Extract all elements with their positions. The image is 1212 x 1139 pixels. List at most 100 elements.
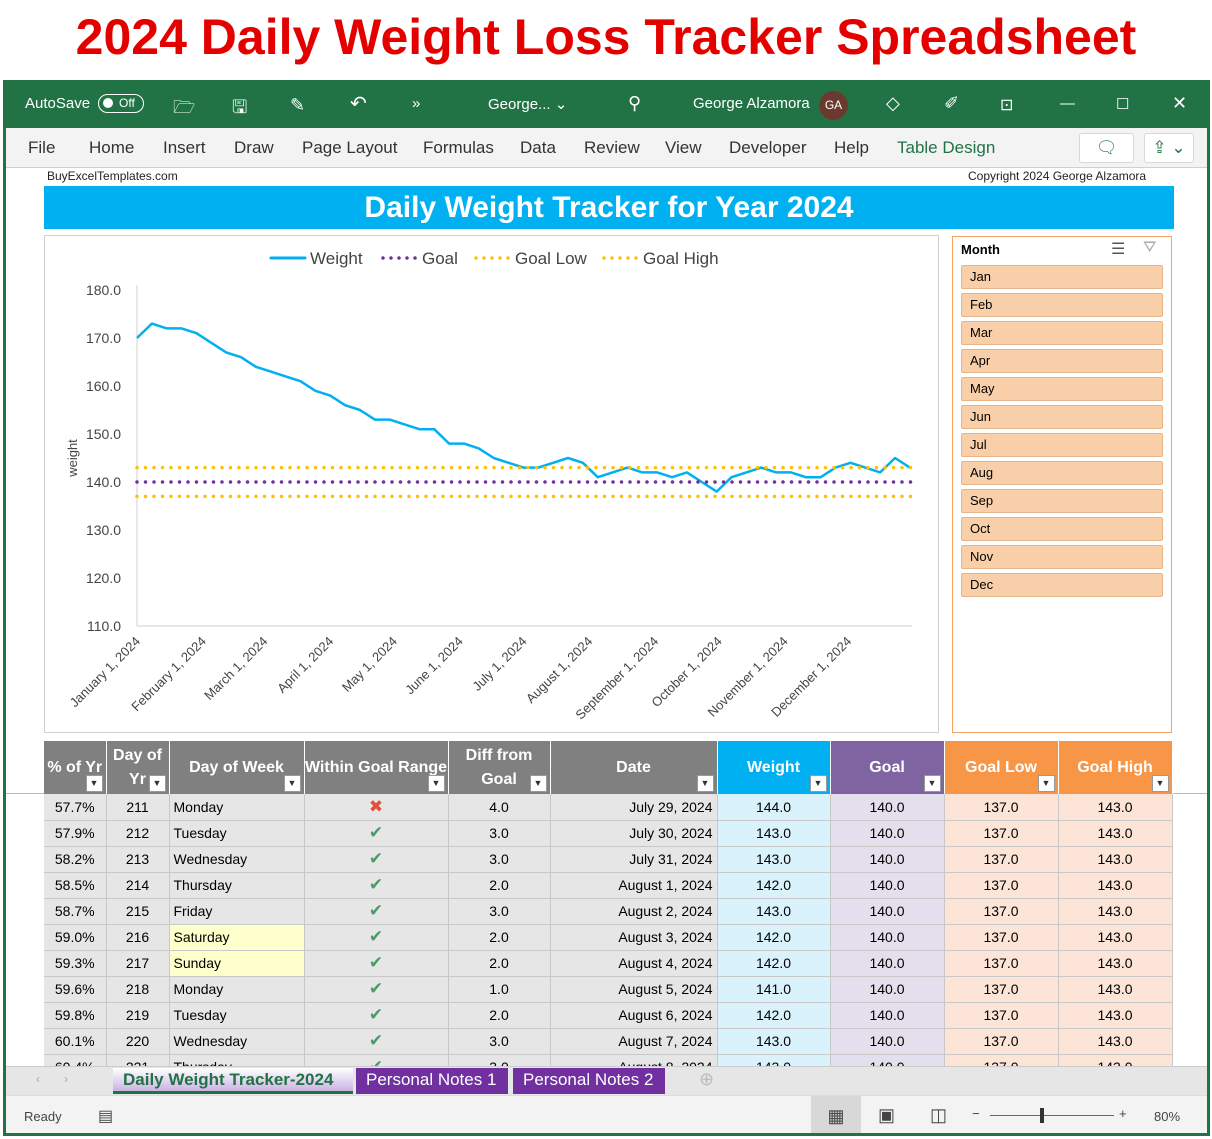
within-goal-cell[interactable]: ✔ [304,1002,449,1029]
table-cell[interactable]: 140.0 [830,950,945,977]
designer-pen-icon[interactable]: ✐ [944,93,959,114]
save-icon[interactable]: 🖫 [232,95,247,125]
slicer-item-sep[interactable]: Sep [961,489,1163,513]
table-cell[interactable]: 3.0 [448,1028,551,1055]
within-goal-cell[interactable]: ✔ [304,976,449,1003]
slicer-item-nov[interactable]: Nov [961,545,1163,569]
table-cell[interactable]: August 7, 2024 [550,1028,718,1055]
table-cell[interactable]: August 2, 2024 [550,898,718,925]
table-cell[interactable]: 3.0 [448,820,551,847]
table-cell[interactable]: 137.0 [944,1002,1059,1029]
table-cell[interactable]: 59.3% [44,950,107,977]
normal-view-icon[interactable]: ▦ [811,1096,861,1133]
table-cell[interactable]: 212 [106,820,170,847]
table-cell[interactable]: 143.0 [717,898,831,925]
table-cell[interactable]: August 1, 2024 [550,872,718,899]
table-cell[interactable]: August 8, 2024 [550,1054,718,1066]
table-cell[interactable]: August 5, 2024 [550,976,718,1003]
table-cell[interactable]: Monday [169,794,305,821]
slicer-item-jul[interactable]: Jul [961,433,1163,457]
tab-file[interactable]: File [28,138,55,158]
table-cell[interactable]: 137.0 [944,898,1059,925]
slicer-item-jan[interactable]: Jan [961,265,1163,289]
table-cell[interactable]: 59.6% [44,976,107,1003]
tab-insert[interactable]: Insert [163,138,206,158]
site-link[interactable]: BuyExcelTemplates.com [47,169,178,183]
filter-dropdown-icon[interactable]: ▼ [427,775,445,792]
table-cell[interactable]: 143.0 [1058,872,1173,899]
table-cell[interactable]: Wednesday [169,846,305,873]
table-cell[interactable]: 143.0 [1058,1054,1173,1066]
table-cell[interactable]: 220 [106,1028,170,1055]
table-cell[interactable]: 59.8% [44,1002,107,1029]
table-cell[interactable]: 140.0 [830,794,945,821]
minimize-icon[interactable]: — [1060,95,1075,112]
table-cell[interactable]: 214 [106,872,170,899]
page-layout-view-icon[interactable]: ▣ [878,1105,895,1126]
table-cell[interactable]: August 3, 2024 [550,924,718,951]
maximize-icon[interactable]: ☐ [1116,95,1129,113]
table-cell[interactable]: 143.0 [717,1028,831,1055]
within-goal-cell[interactable]: ✔ [304,924,449,951]
table-cell[interactable]: Friday [169,898,305,925]
table-cell[interactable]: Saturday [169,924,305,951]
ribbon-display-icon[interactable]: ⊡ [1000,95,1013,115]
table-cell[interactable]: 142.0 [717,950,831,977]
table-cell[interactable]: 143.0 [1058,1028,1173,1055]
table-cell[interactable]: 140.0 [830,1028,945,1055]
slicer-item-feb[interactable]: Feb [961,293,1163,317]
filter-dropdown-icon[interactable]: ▼ [696,775,714,792]
table-cell[interactable]: 137.0 [944,976,1059,1003]
zoom-slider[interactable] [990,1115,1114,1116]
weight-chart[interactable]: 110.0 120.0 130.0 140.0 150.0 160.0 170.0 180.0… [44,235,939,733]
table-cell[interactable]: 217 [106,950,170,977]
within-goal-cell[interactable]: ✔ [304,898,449,925]
within-goal-cell[interactable]: ✔ [304,950,449,977]
sheet-tab-daily-weight-tracker[interactable]: Daily Weight Tracker-2024 [113,1068,353,1094]
zoom-level[interactable]: 80% [1154,1109,1180,1124]
table-cell[interactable]: 143.0 [1058,950,1173,977]
tab-help[interactable]: Help [834,138,869,158]
table-cell[interactable]: 58.5% [44,872,107,899]
table-cell[interactable]: 59.0% [44,924,107,951]
within-goal-cell[interactable]: ✔ [304,872,449,899]
table-cell[interactable]: 140.0 [830,1054,945,1066]
table-cell[interactable]: 143.0 [717,1054,831,1066]
column-header[interactable]: Day of Yr ▼ [106,741,170,794]
table-cell[interactable]: 143.0 [717,820,831,847]
table-cell[interactable]: 2.0 [448,950,551,977]
table-cell[interactable]: 137.0 [944,820,1059,847]
table-cell[interactable]: 144.0 [717,794,831,821]
more-commands-icon[interactable]: » [412,95,420,112]
table-cell[interactable]: 58.7% [44,898,107,925]
table-cell[interactable]: Tuesday [169,1002,305,1029]
column-header[interactable]: Diff from Goal ▼ [448,741,551,794]
slicer-item-dec[interactable]: Dec [961,573,1163,597]
table-cell[interactable]: 2.0 [448,924,551,951]
filter-dropdown-icon[interactable]: ▼ [1151,775,1169,792]
table-cell[interactable]: 143.0 [1058,846,1173,873]
column-header[interactable]: % of Yr ▼ [44,741,107,794]
table-cell[interactable]: 137.0 [944,846,1059,873]
tab-review[interactable]: Review [584,138,640,158]
search-icon[interactable]: ⚲ [628,93,641,114]
month-slicer[interactable]: Month ☰ ⛛ Jan Feb Mar Apr May Jun Jul Aug Sep Oct… [952,236,1172,733]
table-cell[interactable]: 3.0 [448,898,551,925]
column-header[interactable]: Weight ▼ [717,741,831,794]
table-cell[interactable]: 2.0 [448,872,551,899]
open-icon[interactable]: 🗁 [173,95,195,125]
worksheet[interactable]: BuyExcelTemplates.com Copyright 2024 Geo… [6,168,1207,1066]
zoom-slider-thumb[interactable] [1039,1108,1044,1123]
table-cell[interactable]: 1.0 [448,976,551,1003]
table-cell[interactable]: 3.0 [448,1054,551,1066]
tab-draw[interactable]: Draw [234,138,274,158]
filter-dropdown-icon[interactable]: ▼ [85,775,103,792]
table-cell[interactable]: 215 [106,898,170,925]
tab-table-design[interactable]: Table Design [897,138,995,158]
table-cell[interactable]: 137.0 [944,872,1059,899]
table-cell[interactable]: 137.0 [944,924,1059,951]
table-cell[interactable]: 140.0 [830,976,945,1003]
scroll-right-icon[interactable]: › [64,1072,68,1086]
table-cell[interactable]: 216 [106,924,170,951]
clear-filter-icon[interactable]: ⛛ [1143,239,1156,257]
